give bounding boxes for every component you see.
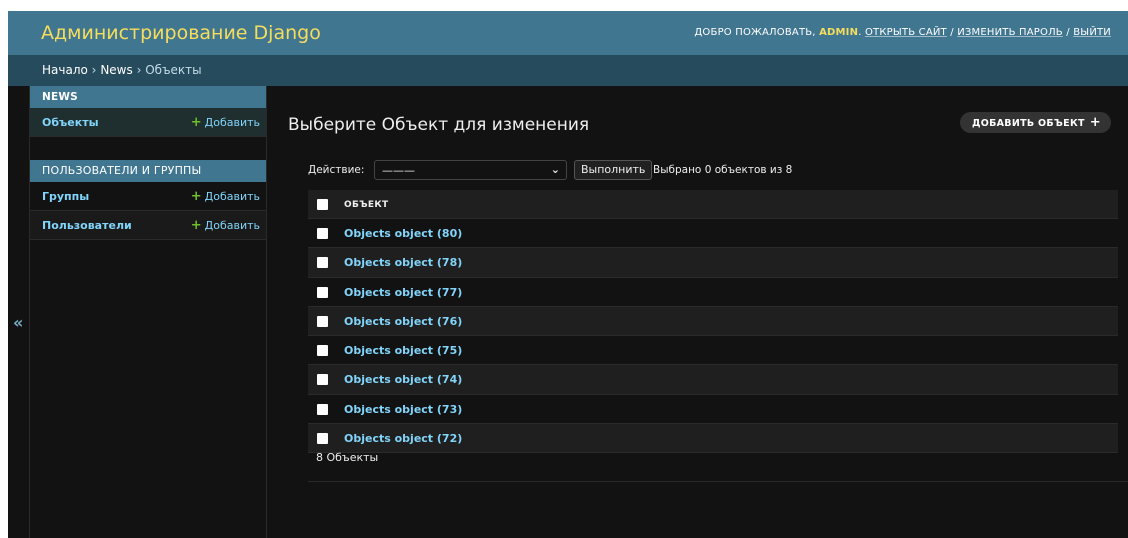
result-count: 8 Объекты [316,451,379,464]
object-link[interactable]: Objects object (73) [344,403,462,416]
action-select-value: ——— [382,164,415,177]
breadcrumb: Начало › News › Объекты [8,55,1128,86]
table-row: Objects object (75) [308,336,1118,366]
action-label: Действие: [308,164,365,176]
logout-link[interactable]: ВЫЙТИ [1073,27,1111,38]
sidebar-item-objects[interactable]: Объекты + Добавить [30,108,266,137]
row-checkbox[interactable] [317,403,328,415]
plus-icon: + [190,115,202,130]
table-row: Objects object (76) [308,306,1118,337]
module-caption-news[interactable]: NEWS [30,86,266,108]
header: Администрирование Django ДОБРО ПОЖАЛОВАТ… [8,11,1128,55]
object-link[interactable]: Objects object (78) [344,256,462,269]
add-objects-link[interactable]: + Добавить [191,115,260,130]
add-object-button[interactable]: ДОБАВИТЬ ОБЪЕКТ + [959,112,1111,133]
breadcrumb-news[interactable]: News [100,63,132,77]
table-row: Objects object (74) [308,365,1118,395]
paginator: 8 Объекты [308,435,1128,482]
row-checkbox[interactable] [317,228,328,239]
separator: / [1066,27,1070,38]
go-button[interactable]: Выполнить [574,160,653,180]
page-title: Выберите Объект для изменения [288,115,590,135]
user-tools: ДОБРО ПОЖАЛОВАТЬ, ADMIN. ОТКРЫТЬ САЙТ / … [694,27,1111,38]
add-group-link[interactable]: + Добавить [191,189,260,204]
object-link[interactable]: Objects object (80) [344,227,462,240]
row-checkbox[interactable] [317,315,328,327]
row-checkbox[interactable] [317,286,328,298]
table-row: Objects object (73) [308,395,1118,425]
sidebar-item-label[interactable]: Пользователи [42,219,132,232]
username: ADMIN [819,27,859,38]
column-header-object[interactable]: ОБЪЕКТ [344,200,388,210]
action-bar: Действие: ——— ⌄ Выполнить Выбрано 0 объе… [308,160,1128,180]
sidebar: NEWS Объекты + Добавить ПОЛЬЗОВАТЕЛИ И ГР… [30,86,267,538]
separator: / [950,27,954,38]
select-all-checkbox[interactable] [317,199,328,210]
welcome-text: ДОБРО ПОЖАЛОВАТЬ, [694,27,816,38]
sidebar-toggle[interactable]: « [8,86,30,538]
site-title[interactable]: Администрирование Django [41,22,321,44]
table-header: ОБЪЕКТ [308,190,1118,219]
object-link[interactable]: Objects object (75) [344,344,462,357]
action-select[interactable]: ——— ⌄ [374,160,567,180]
admin-window: Администрирование Django ДОБРО ПОЖАЛОВАТ… [8,11,1128,538]
content: Выберите Объект для изменения ДОБАВИТЬ О… [268,86,1128,538]
plus-icon: + [190,189,202,204]
object-link[interactable]: Objects object (76) [344,315,462,328]
sidebar-item-groups[interactable]: Группы + Добавить [30,182,266,211]
view-site-link[interactable]: ОТКРЫТЬ САЙТ [865,27,947,38]
table-row: Objects object (80) [308,219,1118,249]
row-checkbox[interactable] [317,345,328,357]
breadcrumb-separator: › [91,63,97,77]
sidebar-item-label[interactable]: Объекты [42,116,99,129]
row-checkbox[interactable] [317,374,328,386]
breadcrumb-separator: › [136,63,142,77]
result-list: ОБЪЕКТ Objects object (80) Objects objec… [308,190,1118,454]
object-link[interactable]: Objects object (74) [344,373,462,386]
breadcrumb-home[interactable]: Начало [42,63,88,77]
sidebar-item-label[interactable]: Группы [42,190,89,203]
table-row: Objects object (78) [308,248,1118,278]
row-checkbox[interactable] [317,257,328,269]
collapse-sidebar-icon[interactable]: « [13,313,23,332]
table-row: Objects object (77) [308,278,1118,307]
object-link[interactable]: Objects object (77) [344,286,462,299]
chevron-down-icon: ⌄ [550,163,560,176]
plus-icon: + [190,218,202,233]
breadcrumb-current: Объекты [145,63,202,77]
selection-counter: Выбрано 0 объектов из 8 [653,164,793,176]
change-password-link[interactable]: ИЗМЕНИТЬ ПАРОЛЬ [957,27,1063,38]
module-caption-auth[interactable]: ПОЛЬЗОВАТЕЛИ И ГРУППЫ [30,160,266,182]
add-user-link[interactable]: + Добавить [191,218,260,233]
plus-icon: + [1089,115,1101,130]
sidebar-item-users[interactable]: Пользователи + Добавить [30,211,266,240]
